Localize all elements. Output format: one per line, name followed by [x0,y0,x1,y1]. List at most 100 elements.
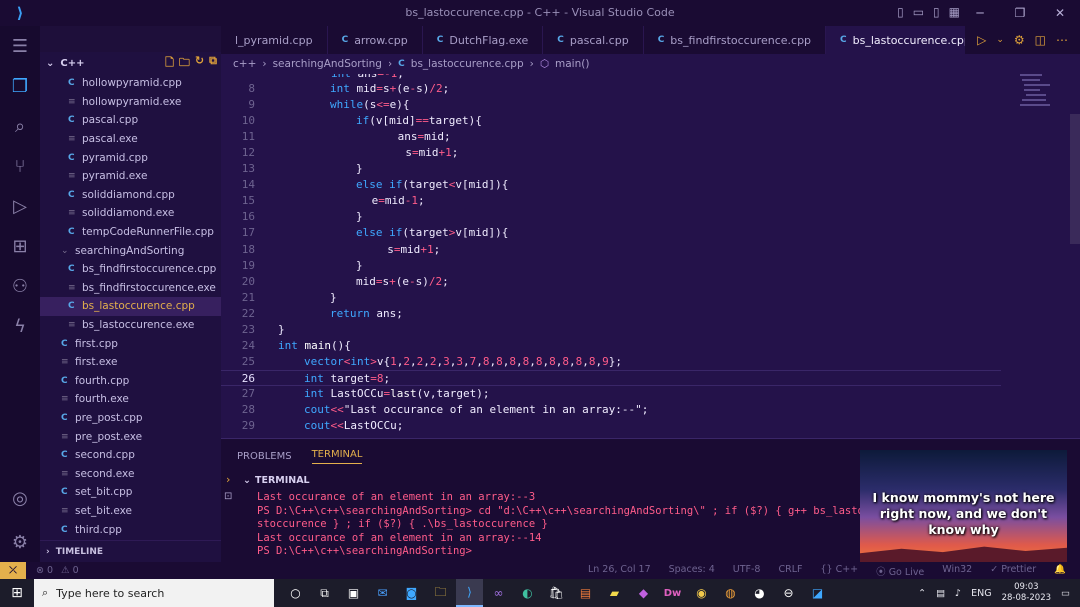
explorer-root-header[interactable]: ⌄ C++ 🗋 🗀 ↻ ⧉ [40,52,221,74]
cursor-position[interactable]: Ln 26, Col 17 [588,564,651,578]
search-icon[interactable]: ⌕ [0,106,40,146]
split-editor-icon[interactable]: ◫ [1035,33,1046,47]
folder-item[interactable]: ⌄ searchingAndSorting [40,241,221,260]
file-item[interactable]: Cfourth.cpp [40,372,221,391]
minimap[interactable] [1012,74,1072,134]
platform[interactable]: Win32 [942,564,972,578]
store-app-icon[interactable]: 🛍 [543,579,570,607]
tab[interactable]: Cpascal.cpp [543,26,644,54]
account-icon[interactable]: ◎ [0,478,40,518]
minimize-button[interactable]: ─ [960,0,1000,26]
prettier-button[interactable]: ✓ Prettier [990,564,1036,578]
indentation[interactable]: Spaces: 4 [669,564,715,578]
taskbar-search-box[interactable]: ⌕ Type here to search [34,579,274,607]
file-item[interactable]: ≡ second.exe [40,464,221,483]
file-item[interactable]: Cpre_post.cpp [40,409,221,428]
file-item[interactable]: Cthird.cpp [40,520,221,539]
new-folder-icon[interactable]: 🗀 [179,54,190,73]
run-icon[interactable]: ▷ [977,33,986,47]
breadcrumb-item[interactable]: c++ [233,58,256,70]
tab[interactable]: Carrow.cpp [328,26,423,54]
sticky-notes-icon[interactable]: ▰ [601,579,628,607]
toggle-panel-icon[interactable]: ▭ [913,5,924,19]
visual-studio-icon[interactable]: ∞ [485,579,512,607]
remote-indicator-icon[interactable]: ⤫ [0,562,26,579]
tab[interactable]: Cbs_findfirstoccurence.cpp [644,26,827,54]
notion-app-icon[interactable]: ▣ [340,579,367,607]
run-debug-icon[interactable]: ▷ [0,186,40,226]
notification-center-icon[interactable]: ▭ [1061,588,1070,599]
dreamweaver-app-icon[interactable]: Dw [659,579,686,607]
customize-layout-icon[interactable]: ▦ [949,5,960,19]
file-explorer-icon[interactable]: 🗀 [427,579,454,607]
task-view-icon[interactable]: ⧉ [311,579,338,607]
file-item[interactable]: ≡ hollowpyramid.exe [40,93,221,112]
file-item[interactable]: ≡ first.exe [40,353,221,372]
file-item[interactable]: ≡ bs_findfirstoccurence.exe [40,279,221,298]
file-item[interactable]: ≡ pyramid.exe [40,167,221,186]
file-item[interactable]: Cset_bit.cpp [40,483,221,502]
file-item[interactable]: ≡ fourth.exe [40,390,221,409]
code-editor[interactable]: int ans=-1; 8 int mid=s+(e-s)/2; 9 while(s<=… [221,74,1080,438]
timeline-section[interactable]: › TIMELINE [40,540,221,562]
terminal-header[interactable]: ⌄ TERMINAL [221,471,861,489]
breadcrumb-item[interactable]: bs_lastoccurence.cpp [411,58,524,70]
file-item[interactable]: Cpyramid.cpp [40,148,221,167]
file-item[interactable]: Chollowpyramid.cpp [40,74,221,93]
toggle-sidebar-icon[interactable]: ▯ [897,5,904,19]
office-app-icon[interactable]: ▤ [572,579,599,607]
new-file-icon[interactable]: 🗋 [165,54,174,73]
windows-start-icon[interactable]: ⊞ [0,579,34,607]
file-item[interactable]: ≡ bs_lastoccurence.exe [40,316,221,335]
vscode-taskbar-icon[interactable]: ⟩ [456,579,483,607]
blender-app-icon[interactable]: ◍ [717,579,744,607]
photos-app-icon[interactable]: ◪ [804,579,831,607]
file-item[interactable]: ≡ set_bit.exe [40,502,221,521]
dropdown-icon[interactable]: ⌄ [996,35,1004,45]
panel-tab-terminal[interactable]: TERMINAL [311,449,363,464]
gear-icon[interactable]: ⚙ [1014,33,1025,47]
file-item[interactable]: Cbs_lastoccurence.cpp [40,297,221,316]
file-item[interactable]: Cpascal.cpp [40,111,221,130]
editor-scrollbar[interactable] [1070,114,1080,244]
terminal-instance-icon[interactable]: ⊡ [224,491,232,502]
encoding[interactable]: UTF-8 [733,564,761,578]
tab[interactable]: C DutchFlag.exe [423,26,544,54]
terminal-output[interactable]: Last occurance of an element in an array… [257,491,877,559]
file-item[interactable]: CtempCodeRunnerFile.cpp [40,223,221,242]
mail-app-icon[interactable]: ✉ [369,579,396,607]
source-control-icon[interactable]: ⑂ [0,146,40,186]
file-item[interactable]: ≡ soliddiamond.exe [40,204,221,223]
file-item[interactable]: Cbs_findfirstoccurence.cpp [40,260,221,279]
settings-gear-icon[interactable]: ⚙ [0,522,40,562]
github-desktop-icon[interactable]: ◕ [746,579,773,607]
extensions-icon[interactable]: ⊞ [0,226,40,266]
language-mode[interactable]: {} C++ [820,564,858,578]
file-item[interactable]: Csecond.cpp [40,446,221,465]
network-icon[interactable]: ▤ [936,588,945,599]
chrome-browser-icon[interactable]: ◉ [688,579,715,607]
menu-icon[interactable]: ☰ [0,26,40,66]
close-window-button[interactable]: ✕ [1040,0,1080,26]
panel-tab-problems[interactable]: PROBLEMS [237,451,292,462]
tab[interactable]: l_pyramid.cpp [221,26,328,54]
file-item[interactable]: ≡ pre_post.exe [40,427,221,446]
more-actions-icon[interactable]: ⋯ [1056,33,1068,47]
breadcrumb-item[interactable]: searchingAndSorting [273,58,382,70]
file-item[interactable]: Cfirst.cpp [40,334,221,353]
file-item[interactable]: Csoliddiamond.cpp [40,186,221,205]
clock[interactable]: 09:03 28-08-2023 [1002,582,1051,604]
volume-icon[interactable]: ♪ [955,588,961,599]
edge-browser-icon[interactable]: ◐ [514,579,541,607]
thunder-client-icon[interactable]: ϟ [0,306,40,346]
breadcrumb-item[interactable]: main() [555,58,589,70]
explorer-icon[interactable]: ❐ [0,66,40,106]
input-language[interactable]: ENG [971,588,991,599]
file-item[interactable]: ≡ pascal.exe [40,130,221,149]
go-live-button[interactable]: ⦿ Go Live [876,564,924,578]
toggle-secondary-sidebar-icon[interactable]: ▯ [933,5,940,19]
remote-explorer-icon[interactable]: ⚇ [0,266,40,306]
error-count[interactable]: ⊗ 0 [36,565,53,576]
end-of-line[interactable]: CRLF [778,564,802,578]
instagram-app-icon[interactable]: ◙ [398,579,425,607]
